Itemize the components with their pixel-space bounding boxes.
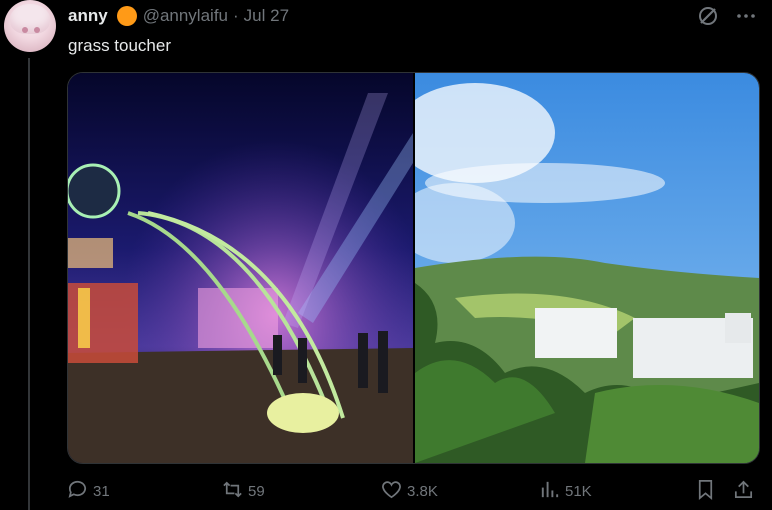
repost-button[interactable]: 59 [221, 478, 265, 505]
share-icon [732, 478, 755, 505]
avatar-eye-right [34, 27, 40, 33]
views-button[interactable]: 51K [538, 478, 592, 505]
reply-count: 31 [93, 483, 110, 500]
separator-dot: · [233, 6, 239, 25]
post-date[interactable]: Jul 27 [244, 6, 289, 26]
more-icon[interactable] [734, 4, 758, 33]
views-icon [538, 478, 561, 505]
action-bar: 31 59 3.8K 51K [66, 478, 756, 506]
thread-line [28, 58, 30, 510]
grok-icon[interactable] [696, 4, 720, 33]
repost-count: 59 [248, 483, 265, 500]
tweet-header: anny @annylaifu · Jul 27 [68, 5, 289, 27]
photo-festival[interactable] [68, 73, 415, 463]
top-actions [696, 4, 758, 33]
like-button[interactable]: 3.8K [380, 478, 438, 505]
avatar-hair [10, 4, 50, 34]
user-handle[interactable]: @annylaifu [143, 6, 228, 26]
tweet-text: grass toucher [68, 36, 171, 55]
bookmark-button[interactable] [694, 478, 717, 505]
share-button[interactable] [732, 478, 755, 505]
media-grid [67, 72, 760, 464]
avatar[interactable] [4, 0, 56, 52]
bookmark-icon [694, 478, 717, 505]
like-icon [380, 478, 403, 505]
reply-icon [66, 478, 89, 505]
orange-emoji-icon [116, 6, 137, 26]
reply-button[interactable]: 31 [66, 478, 110, 505]
like-count: 3.8K [407, 483, 438, 500]
photo-mountain[interactable] [395, 73, 759, 463]
display-name[interactable]: anny [68, 6, 108, 26]
repost-icon [221, 478, 244, 505]
avatar-eye-left [22, 27, 28, 33]
views-count: 51K [565, 483, 592, 500]
